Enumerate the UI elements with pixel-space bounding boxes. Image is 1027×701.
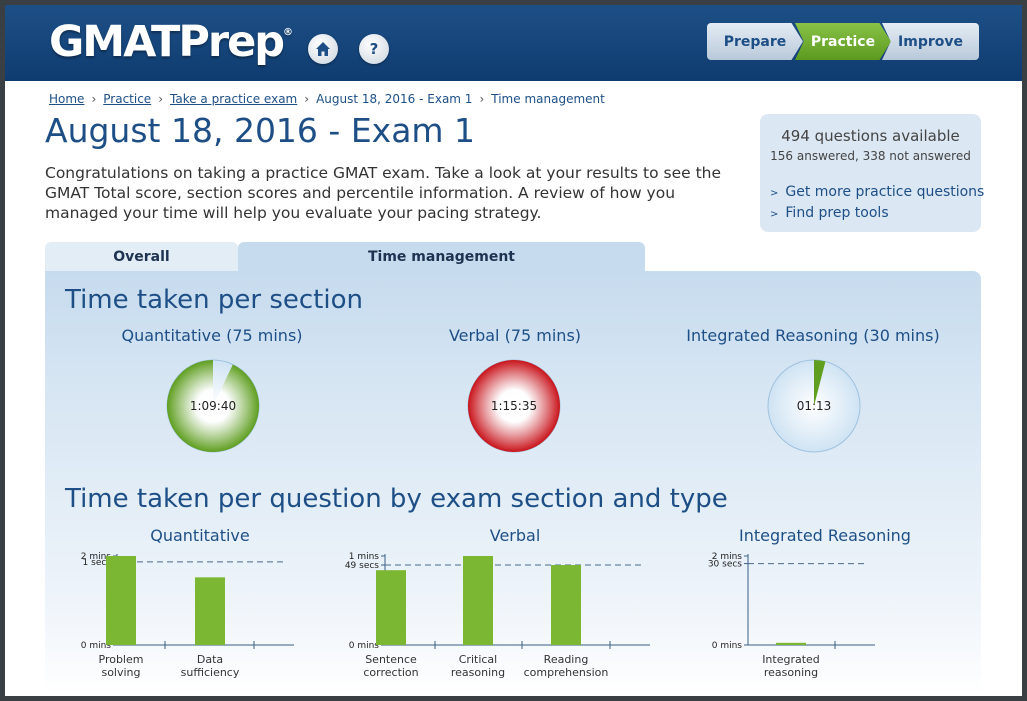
breadcrumb-separator: › [479, 92, 485, 106]
gauge-label-ir: Integrated Reasoning (30 mins) [686, 326, 940, 345]
breadcrumb-home[interactable]: Home [49, 92, 84, 106]
x-category-label: Integrated reasoning [762, 653, 820, 679]
chevron-right-icon: > [770, 188, 779, 199]
nav-improve[interactable]: Improve [882, 23, 979, 60]
gauge-verbal: 1:15:35 [466, 358, 562, 454]
gauge-value-ir: 01:13 [796, 399, 832, 413]
get-more-questions-link[interactable]: > Get more practice questions [770, 184, 984, 200]
bar-chart-svg: 2 mins30 secs0 mins [708, 552, 875, 651]
breadcrumb: Home › Practice › Take a practice exam ›… [49, 92, 605, 106]
gauge-value-quant: 1:09:40 [189, 399, 237, 413]
gauge-label-quant: Quantitative (75 mins) [121, 326, 303, 345]
home-icon [316, 42, 330, 56]
questions-answered: 156 answered, 338 not answered [770, 149, 971, 163]
nav-practice[interactable]: Practice [795, 23, 891, 60]
section-time-title: Time taken per section [65, 285, 363, 315]
questions-available: 494 questions available [781, 127, 960, 145]
app-frame: GMATPrep® ? Prepare Practice Improve Hom… [5, 5, 1022, 696]
breadcrumb-separator: › [304, 92, 310, 106]
help-button[interactable]: ? [359, 34, 389, 64]
chart-ir: 2 mins 30 secs 0 mins Integrated reasoning [45, 541, 981, 696]
gauge-quant: 1:09:40 [165, 358, 261, 454]
y-tick-label: 30 secs [708, 560, 742, 570]
header-bar: GMATPrep® ? Prepare Practice Improve [5, 5, 1022, 81]
per-question-title: Time taken per question by exam section … [65, 484, 728, 514]
breadcrumb-separator: › [158, 92, 163, 106]
breadcrumb-separator: › [91, 92, 97, 106]
find-prep-tools-link[interactable]: > Find prep tools [770, 205, 889, 221]
help-icon: ? [369, 40, 379, 58]
gauge-value-verbal: 1:15:35 [490, 399, 538, 413]
chevron-right-icon: > [770, 209, 779, 220]
breadcrumb-exam: August 18, 2016 - Exam 1 [316, 92, 473, 106]
gauge-label-verbal: Verbal (75 mins) [448, 326, 582, 345]
intro-text: Congratulations on taking a practice GMA… [45, 164, 722, 222]
y-tick-label: 0 mins [712, 641, 743, 651]
tab-overall[interactable]: Overall [45, 242, 238, 272]
gauge-ir: 01:13 [766, 358, 862, 454]
bar [776, 642, 806, 645]
nav-prepare[interactable]: Prepare [707, 23, 803, 60]
breadcrumb-take-exam[interactable]: Take a practice exam [170, 92, 297, 106]
gmatprep-logo[interactable]: GMATPrep® [49, 17, 293, 67]
page-title: August 18, 2016 - Exam 1 [45, 111, 476, 150]
tab-time-management[interactable]: Time management [238, 242, 645, 272]
questions-summary-box: 494 questions available 156 answered, 33… [760, 114, 984, 232]
home-button[interactable] [308, 34, 338, 64]
time-management-panel: Time taken per section Quantitative (75 … [45, 271, 981, 696]
breadcrumb-current: Time management [491, 92, 605, 106]
breadcrumb-practice[interactable]: Practice [103, 92, 151, 106]
